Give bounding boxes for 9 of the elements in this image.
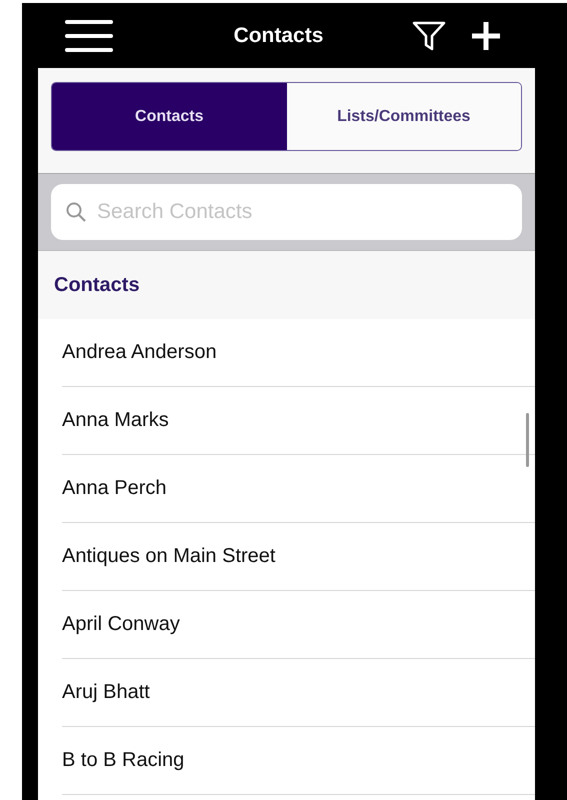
contact-row[interactable]: Andrea Anderson xyxy=(62,319,535,387)
contact-row[interactable]: Anna Perch xyxy=(62,455,535,523)
search-field[interactable]: Search Contacts xyxy=(51,184,522,240)
contact-row[interactable]: B to B Racing xyxy=(62,727,535,795)
screen-title: Contacts xyxy=(234,24,324,48)
contact-row[interactable]: Aruj Bhatt xyxy=(62,659,535,727)
contact-row[interactable]: Antiques on Main Street xyxy=(62,523,535,591)
contact-row[interactable]: April Conway xyxy=(62,591,535,659)
segment-tab[interactable]: Contacts xyxy=(52,83,286,150)
